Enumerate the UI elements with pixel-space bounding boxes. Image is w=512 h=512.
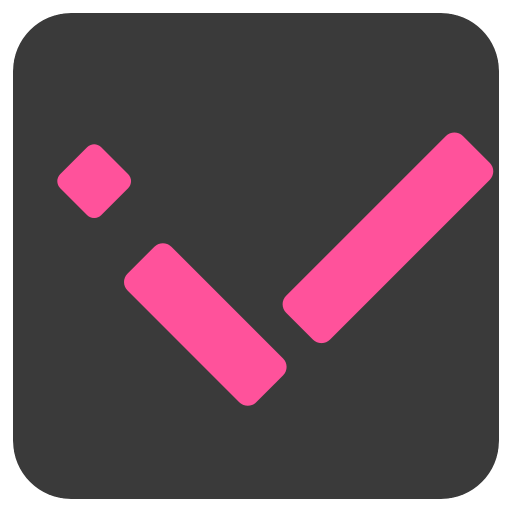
app-icon-graphic (13, 13, 499, 499)
canvas (0, 0, 512, 512)
app-icon-background (13, 13, 499, 499)
app-icon[interactable] (13, 13, 499, 499)
